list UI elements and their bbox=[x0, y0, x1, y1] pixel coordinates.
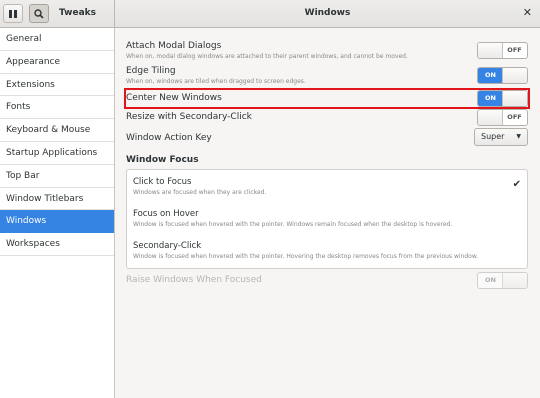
header-left: Tweaks bbox=[0, 0, 115, 27]
option-description: Windows are focused when they are clicke… bbox=[133, 189, 267, 196]
sidebar-item-workspaces[interactable]: Workspaces bbox=[0, 233, 114, 256]
setting-center-new-windows: Center New Windows bbox=[126, 93, 530, 103]
dropdown-value: Super bbox=[481, 132, 505, 141]
sidebar-item-extensions[interactable]: Extensions bbox=[0, 74, 114, 97]
sidebar-item-startup-applications[interactable]: Startup Applications bbox=[0, 142, 114, 165]
checkmark-icon: ✔ bbox=[512, 179, 521, 190]
switch-knob bbox=[478, 43, 503, 58]
sidebar-item-window-titlebars[interactable]: Window Titlebars bbox=[0, 188, 114, 211]
edge-tiling-switch[interactable]: ON bbox=[477, 67, 528, 84]
sidebar-item-windows[interactable]: Windows bbox=[0, 210, 114, 234]
center-new-windows-switch[interactable]: ON bbox=[477, 90, 528, 107]
switch-state-label: ON bbox=[478, 91, 503, 106]
sidebar-item-fonts[interactable]: Fonts bbox=[0, 96, 114, 120]
switch-knob bbox=[502, 68, 527, 83]
switch-knob bbox=[478, 110, 503, 125]
app-title: Tweaks bbox=[59, 8, 96, 18]
option-title: Click to Focus bbox=[133, 177, 192, 187]
setting-attach-modal: Attach Modal Dialogs When on, modal dial… bbox=[126, 41, 530, 60]
setting-description: When on, modal dialog windows are attach… bbox=[126, 53, 408, 60]
focus-option-focus-on-hover[interactable]: Focus on Hover Window is focused when ho… bbox=[133, 209, 521, 228]
resize-secondary-click-switch[interactable]: OFF bbox=[477, 109, 528, 126]
setting-title: Attach Modal Dialogs bbox=[126, 41, 222, 51]
setting-description: When on, windows are tiled when dragged … bbox=[126, 78, 306, 85]
option-description: Window is focused when hovered with the … bbox=[133, 221, 453, 228]
sidebar-toggle-icon bbox=[9, 9, 17, 18]
sidebar-item-keyboard-mouse[interactable]: Keyboard & Mouse bbox=[0, 119, 114, 142]
close-button[interactable]: ✕ bbox=[523, 6, 532, 19]
raise-windows-switch[interactable]: ON bbox=[477, 272, 528, 289]
setting-title: Edge Tiling bbox=[126, 66, 176, 76]
window-focus-list: Click to Focus Windows are focused when … bbox=[126, 169, 528, 269]
option-description: Window is focused when hovered with the … bbox=[133, 253, 479, 260]
window-action-key-dropdown[interactable]: Super ▼ bbox=[474, 128, 528, 146]
setting-raise-windows-when-focused: Raise Windows When Focused bbox=[126, 275, 530, 285]
sidebar-item-top-bar[interactable]: Top Bar bbox=[0, 165, 114, 188]
switch-state-label: OFF bbox=[507, 46, 522, 54]
switch-knob bbox=[502, 273, 527, 288]
focus-option-click-to-focus[interactable]: Click to Focus Windows are focused when … bbox=[133, 177, 521, 196]
switch-state-label: ON bbox=[478, 68, 503, 83]
sidebar-toggle-button[interactable] bbox=[3, 4, 23, 23]
setting-title: Raise Windows When Focused bbox=[126, 275, 262, 285]
setting-title: Center New Windows bbox=[126, 93, 222, 103]
close-icon: ✕ bbox=[522, 6, 532, 19]
search-button[interactable] bbox=[29, 4, 49, 23]
sidebar: General Appearance Extensions Fonts Keyb… bbox=[0, 28, 115, 398]
setting-window-action-key: Window Action Key bbox=[126, 133, 530, 143]
section-title-window-focus: Window Focus bbox=[126, 155, 199, 165]
attach-modal-switch[interactable]: OFF bbox=[477, 42, 528, 59]
option-title: Secondary-Click bbox=[133, 241, 202, 251]
switch-state-label: OFF bbox=[507, 113, 522, 121]
setting-title: Window Action Key bbox=[126, 133, 212, 143]
switch-state-label: ON bbox=[485, 276, 496, 284]
search-icon bbox=[34, 8, 44, 19]
focus-option-secondary-click[interactable]: Secondary-Click Window is focused when h… bbox=[133, 241, 521, 260]
sidebar-item-appearance[interactable]: Appearance bbox=[0, 51, 114, 74]
sidebar-item-general[interactable]: General bbox=[0, 28, 114, 51]
page-title: Windows bbox=[304, 8, 351, 18]
chevron-down-icon: ▼ bbox=[516, 133, 521, 140]
setting-title: Resize with Secondary-Click bbox=[126, 112, 252, 122]
option-title: Focus on Hover bbox=[133, 209, 199, 219]
setting-resize-secondary-click: Resize with Secondary-Click bbox=[126, 112, 530, 122]
main-panel: Attach Modal Dialogs When on, modal dial… bbox=[116, 28, 540, 398]
header-bar: Tweaks Windows ✕ bbox=[0, 0, 540, 28]
setting-edge-tiling: Edge Tiling When on, windows are tiled w… bbox=[126, 66, 530, 85]
switch-knob bbox=[502, 91, 527, 106]
